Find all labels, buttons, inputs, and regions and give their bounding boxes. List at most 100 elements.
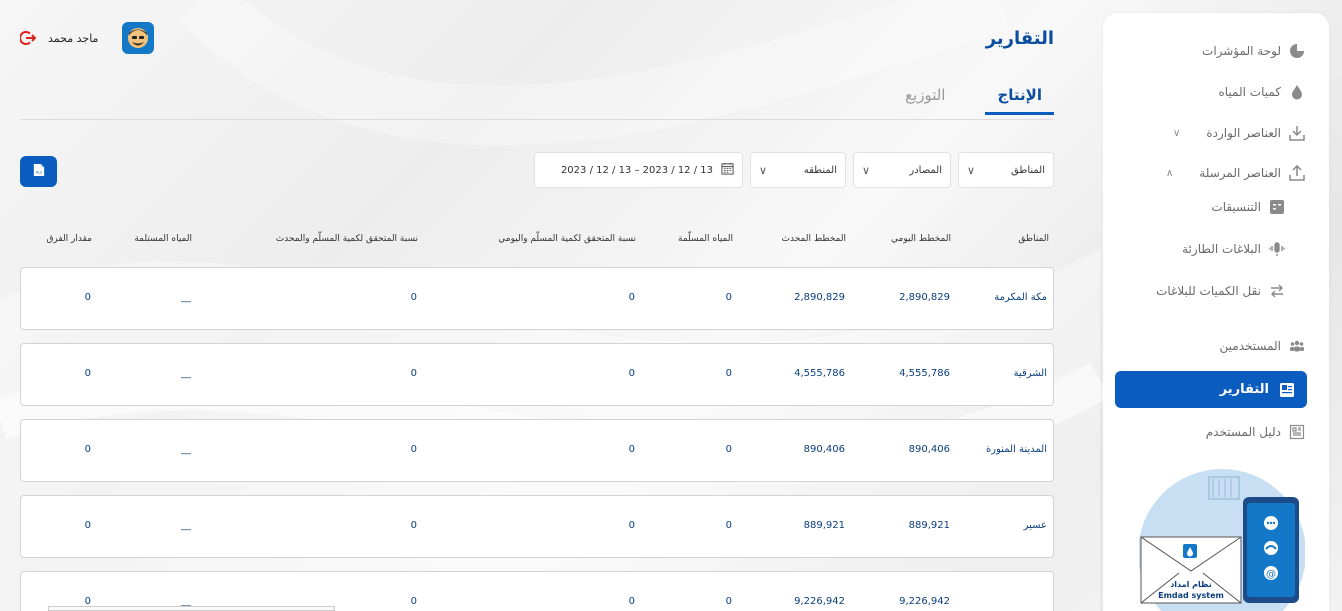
- export-xls-button[interactable]: XLS: [20, 156, 57, 187]
- alert-sound-icon: [1269, 241, 1285, 257]
- sidebar-item-label: البلاغات الطارئة: [1182, 242, 1261, 256]
- tab-production[interactable]: الإنتاج: [985, 84, 1054, 115]
- cell-updated-ratio: 0: [410, 444, 417, 455]
- sidebar-item-outgoing[interactable]: العناصر المرسلة ∧: [1166, 165, 1305, 181]
- svg-text:XLS: XLS: [35, 170, 41, 174]
- guide-icon: [1289, 424, 1305, 440]
- illustration-caption-ar: نظام امداد: [1170, 580, 1212, 589]
- cell-updated-ratio: 0: [410, 520, 417, 531]
- cell-daily-ratio: 0: [628, 444, 635, 455]
- table-row[interactable]: عسير 889,921 889,921 0 0 0 __ 0: [20, 495, 1054, 558]
- regions-select[interactable]: المناطق ∨: [958, 152, 1054, 188]
- report-tabs: الإنتاج التوزيع: [893, 84, 1054, 115]
- column-header-daily-ratio: نسبة المتحقق لكمية المسلّم واليومي: [498, 234, 636, 244]
- cell-received: __: [181, 292, 191, 303]
- sidebar-item-label: التنسيقات: [1211, 200, 1261, 214]
- table-row[interactable]: المدينة المنورة 890,406 890,406 0 0 0 __…: [20, 419, 1054, 482]
- users-icon: [1289, 338, 1305, 354]
- page-title: التقارير: [985, 28, 1054, 49]
- date-range-value: 2023 / 12 / 13 – 2023 / 12 / 13: [560, 164, 713, 176]
- cell-daily-plan: 889,921: [908, 520, 950, 531]
- sidebar-item-water[interactable]: كميات المياه: [1218, 84, 1305, 100]
- table-row[interactable]: مكة المكرمة 2,890,829 2,890,829 0 0 0 __…: [20, 267, 1054, 330]
- sidebar-item-label: كميات المياه: [1218, 85, 1281, 99]
- cell-updated-plan: 890,406: [803, 444, 845, 455]
- chevron-up-icon[interactable]: ∧: [1166, 168, 1173, 179]
- area-select-label: المنطقه: [803, 164, 837, 176]
- download-icon: [1289, 125, 1305, 141]
- cell-updated-plan: 9,226,942: [794, 596, 845, 607]
- cell-difference: 0: [84, 520, 91, 531]
- sidebar-item-label: لوحة المؤشرات: [1202, 44, 1281, 58]
- calendar-icon: [721, 162, 734, 178]
- date-range-picker[interactable]: 2023 / 12 / 13 – 2023 / 12 / 13: [534, 152, 743, 188]
- user-area: ماجد محمد: [19, 22, 155, 54]
- sidebar-subitem-formats[interactable]: التنسيقات: [1211, 199, 1285, 215]
- cell-daily-plan: 2,890,829: [899, 292, 950, 303]
- cell-updated-ratio: 0: [410, 596, 417, 607]
- cell-delivered: 0: [725, 444, 732, 455]
- cell-daily-ratio: 0: [628, 596, 635, 607]
- tabs-divider: [20, 119, 1054, 120]
- column-header-regions: المناطق: [1018, 234, 1049, 244]
- sources-select[interactable]: المصادر ∨: [853, 152, 951, 188]
- chevron-down-icon[interactable]: ∨: [1173, 128, 1180, 139]
- svg-text:@: @: [1266, 569, 1276, 580]
- cell-updated-plan: 4,555,786: [794, 368, 845, 379]
- cell-daily-ratio: 0: [628, 292, 635, 303]
- cell-received: __: [181, 368, 191, 379]
- column-header-delivered-water: المياه المسلّمة: [678, 234, 733, 244]
- cell-daily-plan: 890,406: [908, 444, 950, 455]
- cell-region: الشرقية: [1013, 368, 1047, 379]
- user-name[interactable]: ماجد محمد: [48, 32, 98, 45]
- column-header-received-water: المياه المستلمة: [134, 234, 192, 244]
- chevron-down-icon: ∨: [967, 163, 976, 177]
- cell-region: عسير: [1023, 520, 1047, 531]
- sidebar-item-label: العناصر الواردة: [1206, 126, 1281, 140]
- table-row[interactable]: 9,226,942 9,226,942 0 0 0 __ 0: [20, 571, 1054, 611]
- emdad-illustration: @: [1139, 469, 1305, 611]
- cell-daily-plan: 9,226,942: [899, 596, 950, 607]
- cell-difference: 0: [84, 292, 91, 303]
- sidebar-item-label: المستخدمين: [1219, 339, 1281, 353]
- upload-icon: [1289, 165, 1305, 181]
- table-row[interactable]: الشرقية 4,555,786 4,555,786 0 0 0 __ 0: [20, 343, 1054, 406]
- reports-icon: [1279, 382, 1295, 398]
- area-select[interactable]: المنطقه ∨: [750, 152, 846, 188]
- cell-delivered: 0: [725, 520, 732, 531]
- cell-updated-ratio: 0: [410, 368, 417, 379]
- tab-distribution[interactable]: التوزيع: [893, 84, 957, 115]
- cell-received: __: [181, 444, 191, 455]
- cell-daily-ratio: 0: [628, 368, 635, 379]
- sidebar-item-dashboard[interactable]: لوحة المؤشرات: [1202, 43, 1305, 59]
- xls-file-icon: XLS: [33, 162, 45, 181]
- sidebar-item-label: دليل المستخدم: [1205, 425, 1281, 439]
- logout-icon[interactable]: [19, 30, 37, 46]
- cell-updated-plan: 889,921: [803, 520, 845, 531]
- sidebar: لوحة المؤشرات كميات المياه العناصر الوار…: [1103, 13, 1329, 611]
- sidebar-subitem-emergency[interactable]: البلاغات الطارئة: [1182, 241, 1285, 257]
- sidebar-subitem-transfer[interactable]: نقل الكميات للبلاغات: [1156, 283, 1285, 299]
- cell-difference: 0: [84, 368, 91, 379]
- cell-region: مكة المكرمة: [994, 292, 1047, 303]
- cell-daily-ratio: 0: [628, 520, 635, 531]
- column-header-updated-plan: المخطط المحدث: [781, 234, 847, 244]
- sources-select-label: المصادر: [909, 164, 942, 176]
- column-header-difference: مقدار الفرق: [46, 234, 92, 244]
- sidebar-item-guide[interactable]: دليل المستخدم: [1206, 424, 1305, 440]
- avatar[interactable]: [122, 22, 155, 54]
- chevron-down-icon: ∨: [862, 163, 871, 177]
- sidebar-item-reports[interactable]: التقارير: [1115, 371, 1307, 408]
- sidebar-item-label: نقل الكميات للبلاغات: [1156, 284, 1261, 298]
- cell-delivered: 0: [725, 292, 732, 303]
- cell-region: المدينة المنورة: [985, 444, 1047, 455]
- cell-updated-plan: 2,890,829: [794, 292, 845, 303]
- format-icon: [1269, 199, 1285, 215]
- horizontal-scrollbar[interactable]: [48, 606, 335, 611]
- column-header-daily-plan: المخطط اليومي: [891, 234, 951, 244]
- regions-select-label: المناطق: [1011, 164, 1045, 176]
- sidebar-item-users[interactable]: المستخدمين: [1220, 338, 1305, 354]
- illustration-caption-en: Emdad system: [1158, 591, 1224, 600]
- sidebar-item-incoming[interactable]: العناصر الواردة ∨: [1173, 125, 1305, 141]
- chevron-down-icon: ∨: [759, 163, 768, 177]
